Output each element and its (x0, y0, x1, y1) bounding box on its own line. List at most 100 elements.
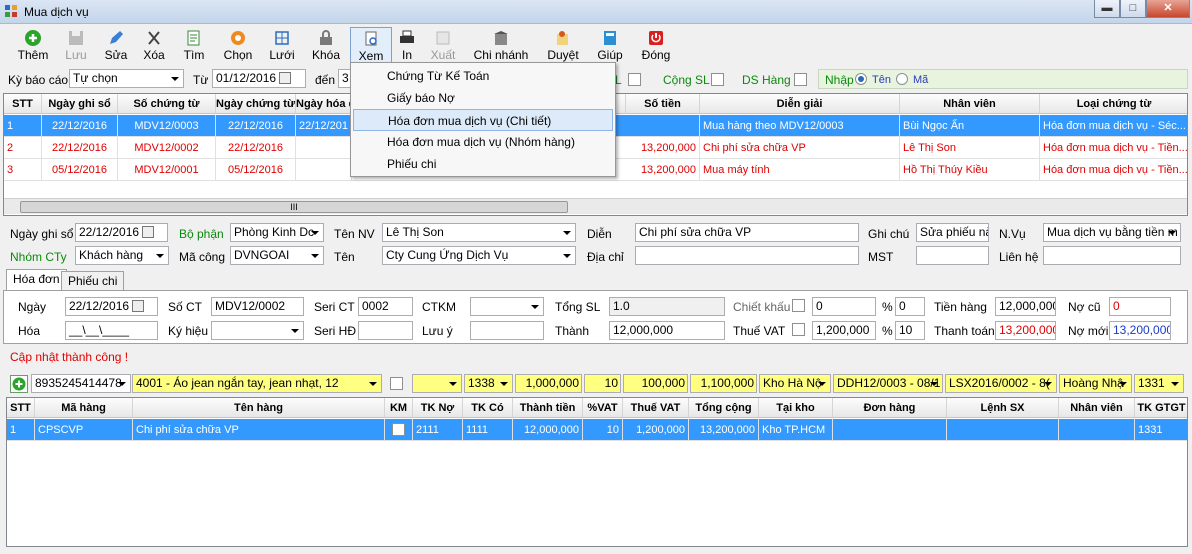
promo-checkbox[interactable] (392, 423, 405, 436)
quantity-input[interactable]: 10 (584, 374, 621, 393)
horizontal-scrollbar[interactable]: III (4, 198, 1187, 214)
col-debit-acc[interactable]: TK Nợ (413, 398, 463, 418)
col-credit-acc[interactable]: TK Có (463, 398, 513, 418)
voucher-no-field[interactable]: MDV12/0002 (211, 297, 304, 316)
contact-field[interactable] (1043, 246, 1181, 265)
unit-price-input[interactable]: 100,000 (623, 374, 688, 393)
tax-code-field[interactable] (916, 246, 989, 265)
sum-qty-checkbox[interactable] (711, 73, 724, 86)
col-posting-date[interactable]: Ngày ghi sổ (42, 94, 118, 114)
print-button[interactable]: In (395, 27, 419, 65)
menu-item-invoice-group[interactable]: Hóa đơn mua dịch vụ (Nhóm hàng) (353, 131, 613, 153)
col-production-order[interactable]: Lệnh SX (947, 398, 1059, 418)
tab-invoice[interactable]: Hóa đơn (6, 269, 67, 291)
detail-grid[interactable]: STT Mã hàng Tên hàng KM TK Nợ TK Có Thàn… (6, 397, 1188, 547)
maximize-button[interactable]: □ (1120, 0, 1146, 18)
description-field[interactable]: Chi phí sửa chữa VP (635, 223, 859, 242)
col-stt[interactable]: STT (7, 398, 35, 418)
discount-field[interactable]: 0 (812, 297, 876, 316)
col-voucher-no[interactable]: Số chứng từ (118, 94, 216, 114)
help-button[interactable]: Giúp (592, 27, 628, 65)
col-employee[interactable]: Nhân viên (1059, 398, 1135, 418)
tab-payment[interactable]: Phiếu chi (61, 271, 125, 291)
line-employee-select[interactable]: Hoàng Nhậ (1059, 374, 1132, 393)
scrollbar-thumb[interactable]: III (20, 201, 568, 213)
serial-ct-field[interactable]: 0002 (358, 297, 413, 316)
col-promo[interactable]: KM (385, 398, 413, 418)
warehouse-select[interactable]: Kho Hà Nộ (759, 374, 831, 393)
period-select[interactable]: Tự chọn (69, 69, 184, 88)
export-button[interactable]: Xuất (426, 27, 460, 65)
save-button[interactable]: Lưu (60, 27, 92, 65)
line-type-select[interactable] (412, 374, 462, 393)
menu-item-accounting-voucher[interactable]: Chứng Từ Kế Toán (353, 65, 613, 87)
serial-hd-field[interactable] (358, 321, 413, 340)
company-group-select[interactable]: Khách hàng (75, 246, 169, 265)
col-total[interactable]: Tổng cộng (689, 398, 759, 418)
calendar-icon[interactable] (279, 72, 291, 84)
invoice-mask-field[interactable]: __\__\____ (65, 321, 158, 340)
posting-date-field[interactable]: 22/12/2016 (75, 223, 168, 242)
from-date[interactable]: 01/12/2016 (212, 69, 306, 88)
col-voucher-type[interactable]: Loại chứng từ (1040, 94, 1187, 114)
close-window-button[interactable]: ✕ (1146, 0, 1190, 18)
add-line-button[interactable] (10, 375, 28, 393)
line-total-input[interactable]: 1,100,000 (690, 374, 757, 393)
debit-account-select[interactable]: 1338 (464, 374, 513, 393)
address-field[interactable] (635, 246, 859, 265)
vat-account-select[interactable]: 1331 (1134, 374, 1184, 393)
col-order[interactable]: Đơn hàng (833, 398, 947, 418)
discount-checkbox[interactable] (792, 299, 805, 312)
note-field[interactable]: Sửa phiếu này (916, 223, 989, 242)
col-warehouse[interactable]: Tại kho (759, 398, 833, 418)
col-vat-account[interactable]: TK GTGT (1135, 398, 1187, 418)
calendar-icon[interactable] (132, 300, 144, 312)
symbol-select[interactable] (211, 321, 304, 340)
employee-name-select[interactable]: Lê Thị Son (382, 223, 576, 242)
add-button[interactable]: Thêm (14, 27, 52, 65)
vat-field[interactable]: 1,200,000 (812, 321, 876, 340)
grid-button[interactable]: Lưới (266, 27, 298, 65)
lock-button[interactable]: Khóa (308, 27, 344, 65)
col-employee[interactable]: Nhân viên (900, 94, 1040, 114)
approve-button[interactable]: Duyệt (544, 27, 582, 65)
vat-pct-field[interactable]: 10 (895, 321, 925, 340)
production-order-select[interactable]: LSX2016/0002 - 8( (945, 374, 1057, 393)
delete-button[interactable]: Xóa (138, 27, 170, 65)
minimize-button[interactable]: ▬ (1094, 0, 1120, 18)
name-radio[interactable] (855, 73, 867, 85)
col-item-name[interactable]: Tên hàng (133, 398, 385, 418)
l-checkbox[interactable] (628, 73, 641, 86)
operation-select[interactable]: Mua dịch vụ bằng tiền m (1043, 223, 1181, 242)
menu-item-invoice-detail[interactable]: Hóa đơn mua dịch vụ (Chi tiết) (353, 109, 613, 131)
company-name-select[interactable]: Cty Cung Ứng Dịch Vụ (382, 246, 576, 265)
promo-select[interactable] (470, 297, 544, 316)
col-amount[interactable]: Số tiền (626, 94, 700, 114)
table-row[interactable]: 1 CPSCVP Chi phí sửa chữa VP 2111 1111 1… (7, 419, 1187, 441)
department-select[interactable]: Phòng Kinh Dc (230, 223, 324, 242)
find-button[interactable]: Tìm (178, 27, 210, 65)
col-description[interactable]: Diễn giải (700, 94, 900, 114)
col-item-code[interactable]: Mã hàng (35, 398, 133, 418)
order-select[interactable]: DDH12/0003 - 08/1 (833, 374, 943, 393)
company-code-select[interactable]: DVNGOAI (230, 246, 324, 265)
close-button[interactable]: Đóng (638, 27, 674, 65)
barcode-select[interactable]: 8935245414478 (31, 374, 131, 393)
discount-pct-field[interactable]: 0 (895, 297, 925, 316)
col-amount[interactable]: Thành tiền (513, 398, 583, 418)
amount-input[interactable]: 1,000,000 (515, 374, 582, 393)
menu-item-payment-voucher[interactable]: Phiếu chi (353, 153, 613, 175)
menu-item-debit-note[interactable]: Giấy báo Nợ (353, 87, 613, 109)
vat-checkbox[interactable] (792, 323, 805, 336)
col-invoice-date[interactable]: Ngày hóa đ (296, 94, 352, 114)
view-button[interactable]: Xem (350, 27, 392, 65)
promo-line-checkbox[interactable] (390, 377, 403, 390)
col-vat-pct[interactable]: %VAT (583, 398, 623, 418)
choose-button[interactable]: Chọn (220, 27, 256, 65)
code-radio[interactable] (896, 73, 908, 85)
col-voucher-date[interactable]: Ngày chứng từ (216, 94, 296, 114)
remark-field[interactable] (470, 321, 544, 340)
item-select[interactable]: 4001 - Áo jean ngắn tay, jean nhạt, 12 (132, 374, 382, 393)
col-stt[interactable]: STT (4, 94, 42, 114)
col-vat[interactable]: Thuế VAT (623, 398, 689, 418)
